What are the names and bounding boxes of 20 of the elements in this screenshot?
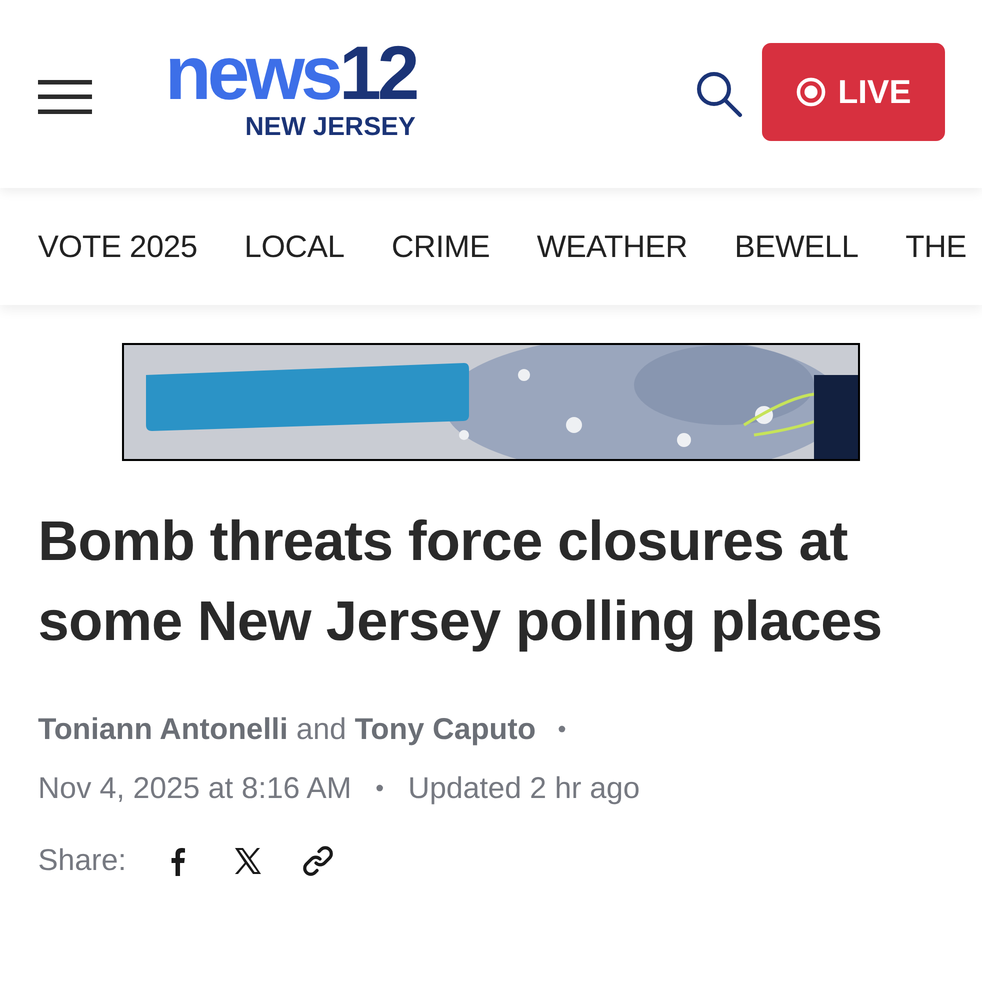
logo-region: NEW JERSEY (245, 111, 416, 141)
separator-dot: • (558, 716, 566, 744)
share-label: Share: (38, 844, 126, 878)
live-button[interactable]: LIVE (762, 43, 945, 141)
menu-icon[interactable] (38, 80, 92, 114)
headline: Bomb threats force closures at some New Jersey polling places (38, 508, 884, 654)
nav-link[interactable]: WEATHER (536, 228, 688, 264)
record-icon (796, 77, 826, 107)
link-icon[interactable] (302, 845, 334, 877)
nav-link[interactable]: VOTE 2025 (38, 228, 198, 264)
separator-dot: • (376, 775, 384, 803)
nav-link[interactable]: LOCAL (244, 228, 344, 264)
byline: Toniann Antonelli and Tony Caputo (38, 713, 536, 747)
nav-link[interactable]: CRIME (391, 228, 490, 264)
logo-wordmark[interactable]: news12 (165, 39, 416, 109)
updated-time: Updated 2 hr ago (408, 772, 640, 806)
publish-date: Nov 4, 2025 at 8:16 AM (38, 772, 352, 806)
nav-link[interactable]: BEWELL (734, 228, 858, 264)
nav-link[interactable]: THE (905, 228, 967, 264)
search-icon[interactable] (695, 70, 743, 118)
